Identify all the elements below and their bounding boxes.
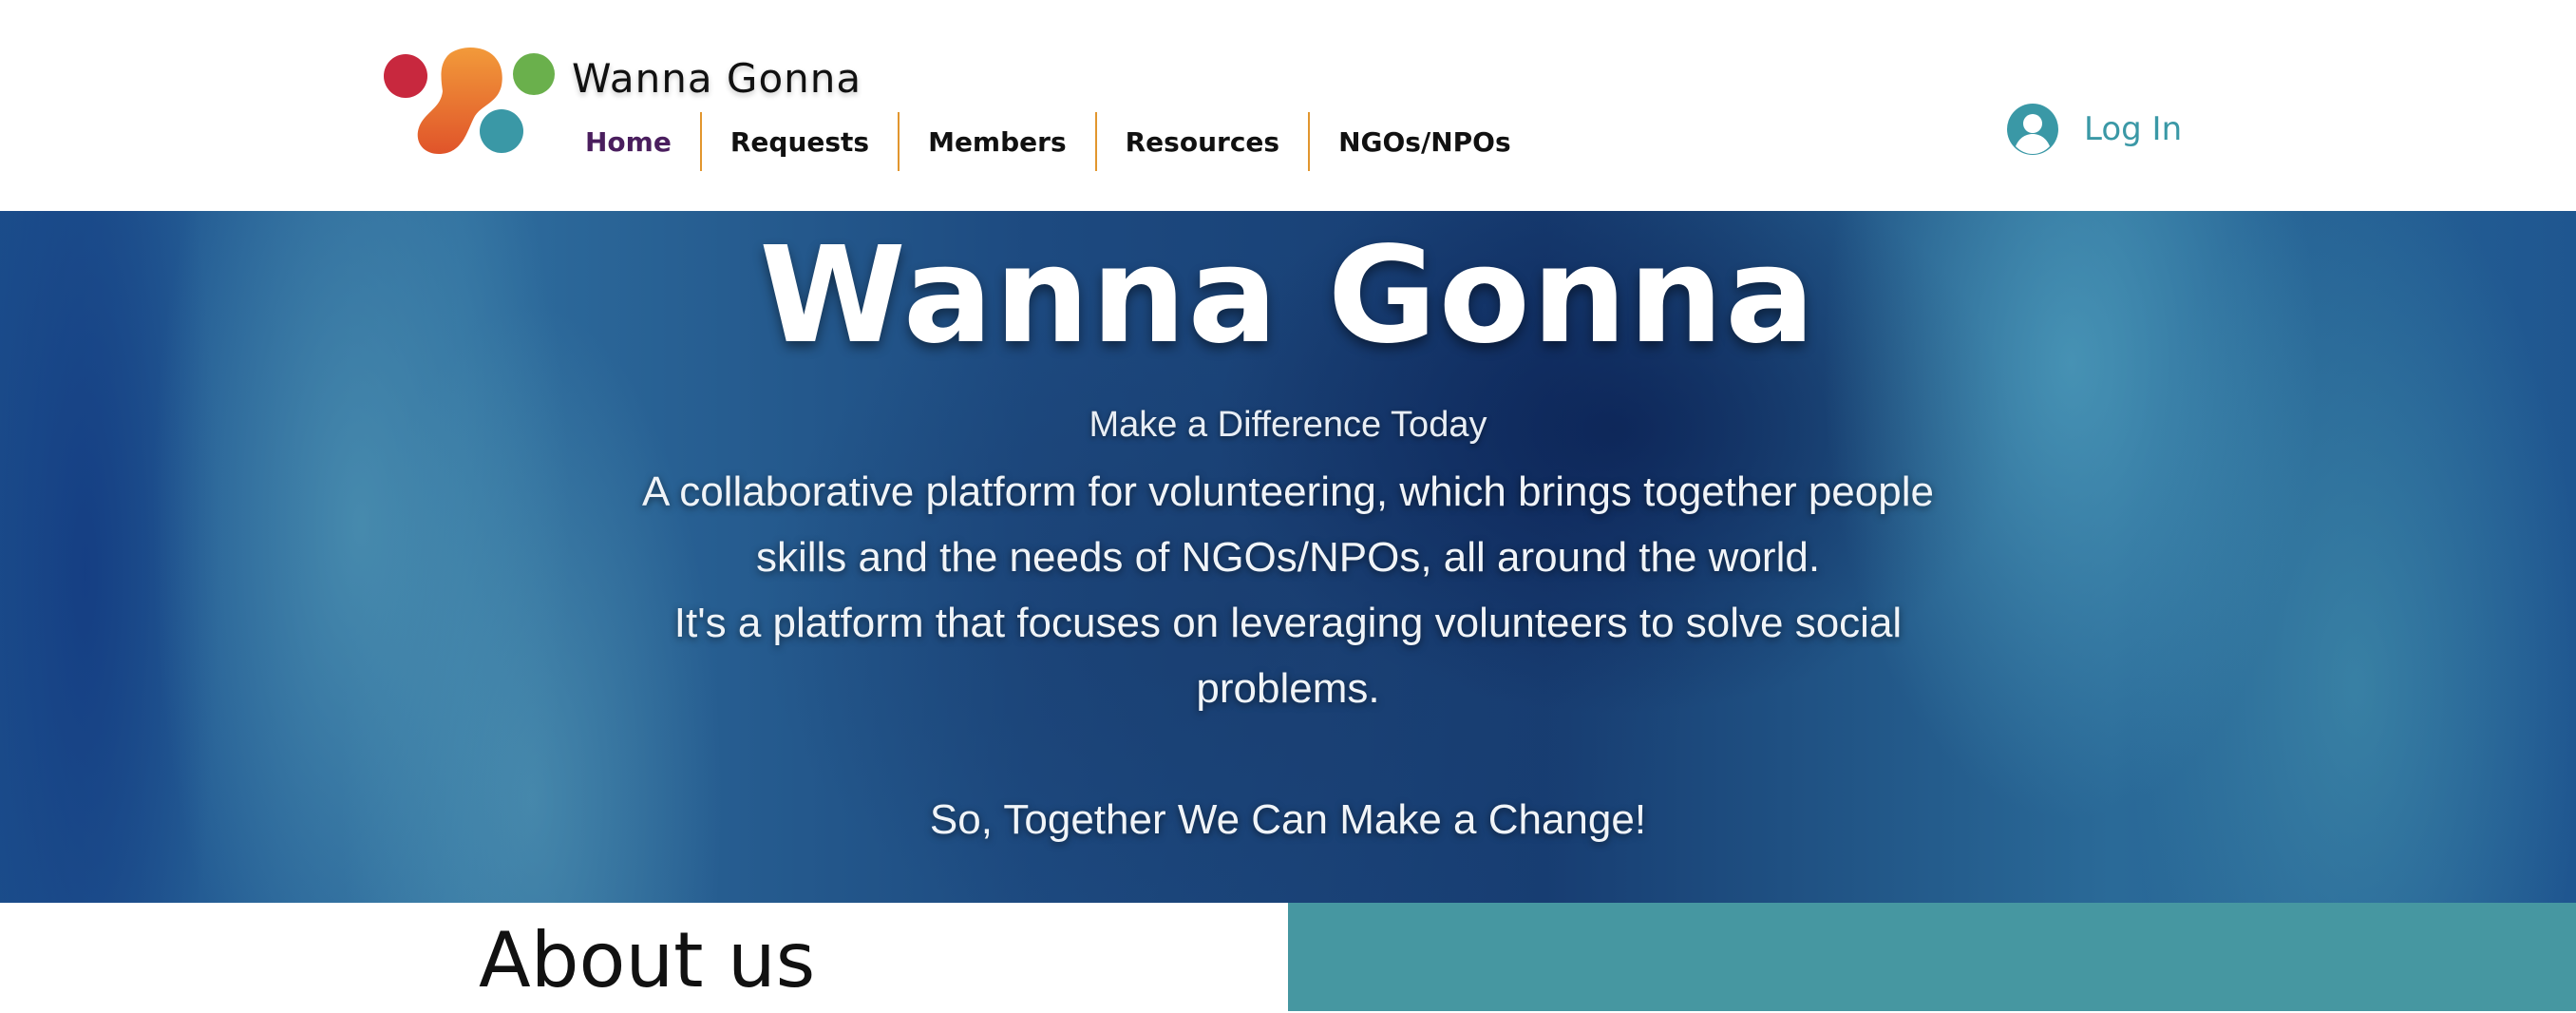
hero-banner: Wanna Gonna Make a Difference Today A co… — [0, 211, 2576, 903]
logo-icon[interactable] — [380, 44, 560, 158]
hero-title: Wanna Gonna — [759, 219, 1817, 373]
site-header: Wanna Gonna Home Requests Members Resour… — [0, 0, 2576, 211]
main-nav: Home Requests Members Resources NGOs/NPO… — [557, 112, 1540, 171]
login-label: Log In — [2084, 110, 2183, 148]
about-image-panel — [1288, 903, 2576, 1011]
user-avatar-icon — [2007, 104, 2058, 155]
nav-item-ngos-npos[interactable]: NGOs/NPOs — [1308, 112, 1540, 171]
nav-item-resources[interactable]: Resources — [1094, 112, 1308, 171]
nav-item-members[interactable]: Members — [898, 112, 1095, 171]
hero-subtitle: Make a Difference Today — [1089, 405, 1487, 445]
login-button[interactable]: Log In — [2006, 103, 2182, 156]
hero-description-line: It's a platform that focuses on leveragi… — [673, 600, 1903, 646]
nav-item-requests[interactable]: Requests — [699, 112, 898, 171]
brand-name[interactable]: Wanna Gonna — [572, 55, 862, 102]
about-us-heading: About us — [479, 916, 816, 1004]
nav-item-home[interactable]: Home — [557, 112, 700, 171]
hero-description-line: skills and the needs of NGOs/NPOs, all a… — [755, 534, 1821, 581]
hero-tagline: So, Together We Can Make a Change! — [929, 796, 1647, 843]
hero-description-line: problems. — [1196, 665, 1380, 712]
hero-description-line: A collaborative platform for volunteerin… — [642, 468, 1934, 515]
